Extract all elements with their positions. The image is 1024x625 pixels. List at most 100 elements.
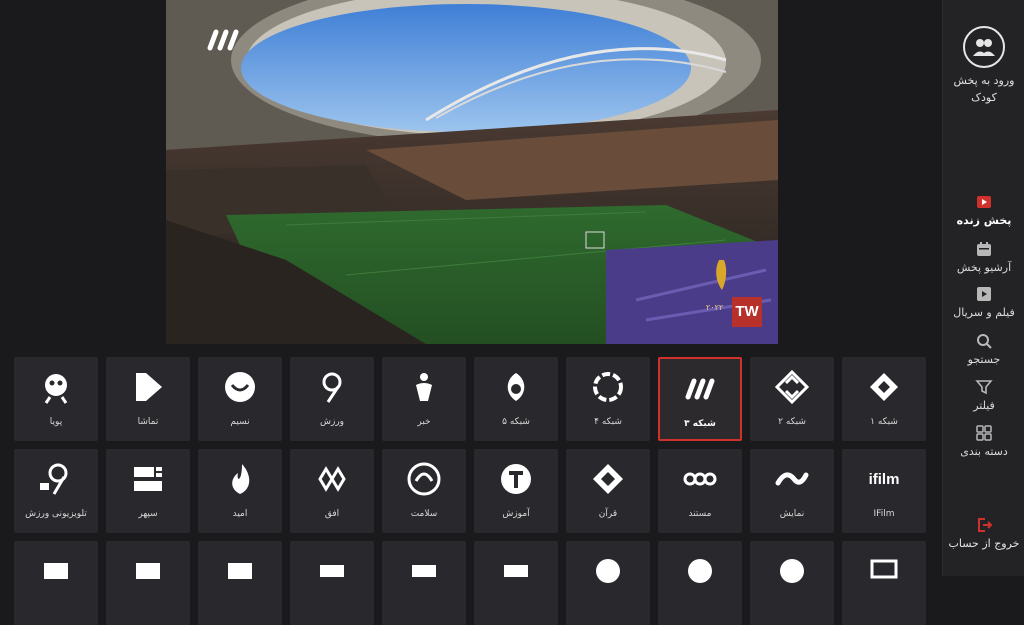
- channel-tile-ofogh[interactable]: افق: [290, 449, 374, 533]
- channel-tile-omid[interactable]: امید: [198, 449, 282, 533]
- kids-mode-button[interactable]: ورود به پخش کودک: [943, 26, 1024, 106]
- channel-1-logo-icon: [842, 369, 926, 405]
- channel-logo-icon: [658, 553, 742, 589]
- channel-label: شبکه ۴: [594, 417, 622, 427]
- channel-tile-4[interactable]: شبکه ۴: [566, 357, 650, 441]
- channel-label: سپهر: [138, 509, 158, 519]
- film-icon: [977, 287, 991, 301]
- channel-logo-icon: [14, 553, 98, 589]
- channel-label: IFilm: [873, 509, 895, 519]
- channel-tile-mostanad[interactable]: مستند: [658, 449, 742, 533]
- channel-logo-icon: [106, 553, 190, 589]
- channel-tile-salamat[interactable]: سلامت: [382, 449, 466, 533]
- channel-logo-icon: [566, 553, 650, 589]
- channel-label: شبکه ۳: [684, 419, 716, 429]
- channel-tile-row3[interactable]: [198, 541, 282, 625]
- sidebar-item-categories[interactable]: دسته بندی: [943, 424, 1024, 458]
- channel-2-logo-icon: [750, 369, 834, 405]
- channel-label: پویا: [49, 417, 63, 427]
- channel-tile-amoozesh[interactable]: آموزش: [474, 449, 558, 533]
- sepehr-logo-icon: [106, 461, 190, 497]
- mostanad-logo-icon: [658, 461, 742, 497]
- sidebar-item-label: فیلم و سریال: [953, 306, 1015, 319]
- sidebar-item-archive[interactable]: آرشیو پخش: [943, 240, 1024, 274]
- event-year-text: ۲۰۲۲: [706, 303, 724, 312]
- channel-tile-row3[interactable]: [14, 541, 98, 625]
- channel-label: افق: [324, 509, 340, 519]
- sidebar-item-search[interactable]: جستجو: [943, 332, 1024, 366]
- pooya-logo-icon: [14, 369, 98, 405]
- live-play-icon: [977, 196, 991, 208]
- channel-4-logo-icon: [566, 369, 650, 405]
- channel-tile-khabar[interactable]: خبر: [382, 357, 466, 441]
- channel-tile-row3[interactable]: [474, 541, 558, 625]
- kids-profile-icon: [963, 26, 1005, 68]
- channel-tile-row3[interactable]: [842, 541, 926, 625]
- channel-tile-namayesh[interactable]: نمایش: [750, 449, 834, 533]
- tw-watermark-badge: TW: [732, 297, 762, 327]
- channel-label: مستند: [688, 509, 712, 519]
- grid-icon: [976, 425, 992, 441]
- channel-tile-varzesh[interactable]: ورزش: [290, 357, 374, 441]
- channel-tile-ifilm[interactable]: ifilm IFilm: [842, 449, 926, 533]
- channel-tile-row3[interactable]: [750, 541, 834, 625]
- channel-tile-row3[interactable]: [290, 541, 374, 625]
- channel-tile-row3[interactable]: [658, 541, 742, 625]
- sidebar-item-live[interactable]: پخش زنده: [943, 193, 1024, 227]
- channel-logo-icon: [474, 553, 558, 589]
- omid-logo-icon: [198, 461, 282, 497]
- channel-tile-sepehr[interactable]: سپهر: [106, 449, 190, 533]
- salamat-logo-icon: [382, 461, 466, 497]
- channel-label: قرآن: [598, 509, 618, 519]
- channel-label: ورزش: [319, 417, 345, 427]
- tamasha-logo-icon: [106, 369, 190, 405]
- kids-mode-label: ورود به پخش کودک: [953, 74, 1015, 104]
- sidebar-item-label: آرشیو پخش: [956, 261, 1012, 274]
- channel-label: خبر: [417, 417, 431, 427]
- channel-label: شبکه ۵: [502, 417, 530, 427]
- logout-label: خروج از حساب: [948, 537, 1020, 550]
- channel-tile-row3[interactable]: [106, 541, 190, 625]
- ofogh-logo-icon: [290, 461, 374, 497]
- channel-tile-quran[interactable]: قرآن: [566, 449, 650, 533]
- varzesh-tv-logo-icon: [14, 461, 98, 497]
- sidebar-item-movies[interactable]: فیلم و سریال: [943, 285, 1024, 319]
- channel-3-logo-icon: [660, 371, 740, 407]
- channel-label: نسیم: [230, 417, 250, 427]
- stadium-video-frame: [166, 0, 778, 344]
- channel-label: امید: [232, 509, 248, 519]
- right-sidebar: ورود به پخش کودک پخش زنده آرشیو پخش فیلم…: [942, 0, 1024, 576]
- channel-tile-1[interactable]: شبکه ۱: [842, 357, 926, 441]
- calendar-icon: [977, 242, 991, 256]
- channel-logo-icon: [750, 553, 834, 589]
- channel-tile-row3[interactable]: [566, 541, 650, 625]
- channel-tile-nasim[interactable]: نسیم: [198, 357, 282, 441]
- channel-logo-icon: [382, 553, 466, 589]
- channel-label: سلامت: [410, 509, 438, 519]
- channel-label: تماشا: [137, 417, 159, 427]
- channel-tile-tamasha[interactable]: تماشا: [106, 357, 190, 441]
- sidebar-item-label: فیلتر: [973, 399, 995, 412]
- search-icon: [977, 334, 992, 349]
- channel-tile-row3[interactable]: [382, 541, 466, 625]
- channel-tile-3[interactable]: شبکه ۳: [658, 357, 742, 441]
- channel-tile-varzesh-tv[interactable]: تلویزیونی ورزش: [14, 449, 98, 533]
- sidebar-item-label: پخش زنده: [956, 214, 1012, 227]
- channel-tile-5[interactable]: شبکه ۵: [474, 357, 558, 441]
- amoozesh-logo-icon: [474, 461, 558, 497]
- sidebar-item-label: دسته بندی: [960, 445, 1008, 458]
- logout-button[interactable]: خروج از حساب: [943, 516, 1024, 550]
- sidebar-item-label: جستجو: [967, 353, 1001, 366]
- channel-label: شبکه ۱: [870, 417, 898, 427]
- ifilm-logo-icon: ifilm: [868, 470, 900, 488]
- varzesh-logo-icon: [290, 369, 374, 405]
- channel-label: نمایش: [779, 509, 805, 519]
- channel-logo-icon: [842, 553, 926, 589]
- quran-logo-icon: [566, 461, 650, 497]
- live-video-player[interactable]: ۲۰۲۲ TW: [166, 0, 778, 344]
- channel-tile-2[interactable]: شبکه ۲: [750, 357, 834, 441]
- channel-logo-icon: [290, 553, 374, 589]
- channel-5-logo-icon: [474, 369, 558, 405]
- sidebar-item-filter[interactable]: فیلتر: [943, 378, 1024, 412]
- channel-tile-pooya[interactable]: پویا: [14, 357, 98, 441]
